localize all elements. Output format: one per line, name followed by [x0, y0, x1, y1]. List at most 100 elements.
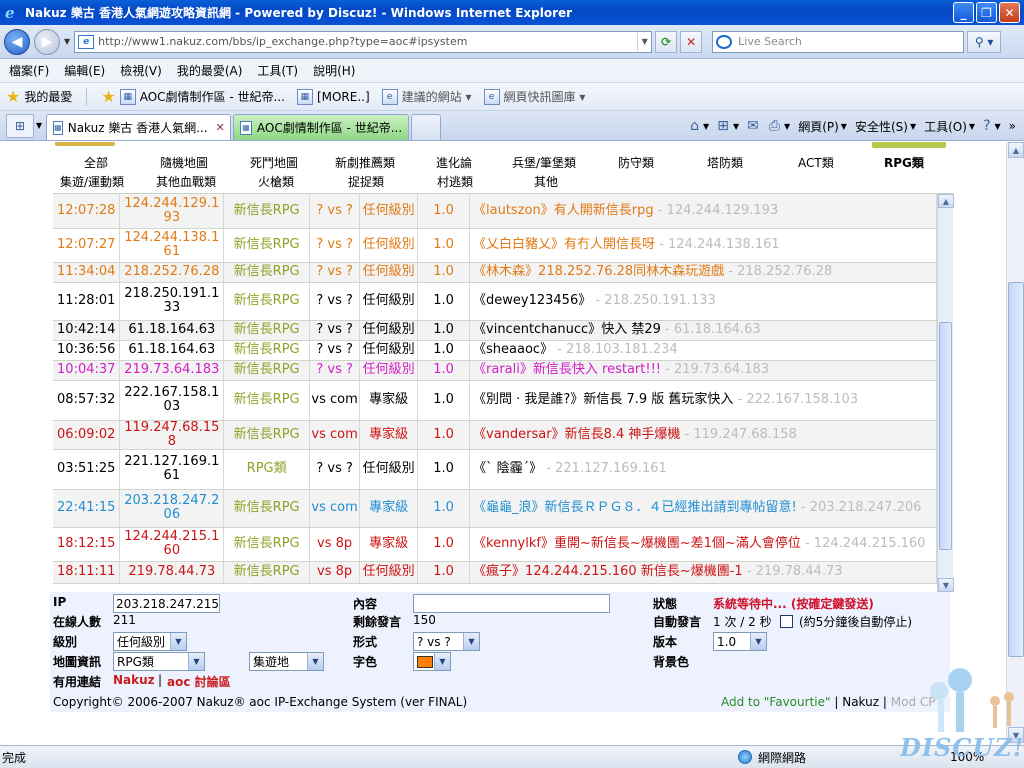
help-button[interactable]: ? ▼ — [983, 118, 1001, 134]
category-link[interactable]: 死鬥地圖 — [250, 154, 298, 171]
address-field[interactable]: e http://www1.nakuz.com/bbs/ip_exchange.… — [74, 30, 653, 53]
version-select[interactable]: 1.0 ▼ — [713, 632, 767, 651]
category-link[interactable]: 進化論 — [436, 154, 472, 171]
mail-button[interactable]: ✉ — [747, 118, 761, 134]
fav-link-more[interactable]: ▦ [MORE..] — [296, 88, 370, 105]
print-button[interactable]: ⎙ ▼ — [769, 118, 790, 134]
category-link[interactable]: 防守類 — [618, 154, 654, 171]
search-button[interactable]: ⚲ ▾ — [967, 30, 1002, 53]
log-user[interactable]: rarali — [486, 362, 520, 377]
log-scrollbar[interactable]: ▲ ▼ — [937, 194, 954, 592]
menu-file[interactable]: 檔案(F) — [9, 62, 49, 79]
safety-menu[interactable]: 安全性(S) ▼ — [855, 118, 916, 135]
menu-view[interactable]: 檢視(V) — [120, 62, 162, 79]
fav-suggested-sites[interactable]: e 建議的網站 ▾ — [381, 88, 472, 105]
log-user[interactable]: 瘋子 — [486, 564, 512, 579]
home-button[interactable]: ⌂ ▼ — [690, 118, 709, 134]
log-user[interactable]: 乂白白豬乂 — [486, 237, 551, 252]
category-link[interactable]: 火槍類 — [258, 173, 294, 190]
feeds-button[interactable]: ⊞ ▼ — [717, 118, 739, 134]
tools-menu[interactable]: 工具(O) ▼ — [924, 118, 975, 135]
log-user[interactable]: lautszon — [486, 203, 541, 218]
log-time: 10:36:56 — [53, 340, 121, 361]
back-button[interactable]: ◀ — [4, 28, 30, 55]
log-user[interactable]: dewey123456 — [486, 293, 578, 308]
level-select[interactable]: 任何級別 ▼ — [113, 632, 187, 651]
log-source-ip: 119.247.68.158 — [693, 426, 797, 442]
category-link[interactable]: 兵堡/筆堡類 — [512, 154, 576, 171]
link-aoc-forum[interactable]: aoc 討論區 — [167, 673, 231, 690]
page-footer: Copyright© 2006-2007 Nakuz® aoc IP-Excha… — [53, 695, 953, 713]
tab-close-icon[interactable]: ✕ — [216, 121, 225, 134]
log-vs: ? vs ? — [309, 360, 361, 381]
footer-separator: | — [834, 695, 839, 709]
search-input[interactable]: Live Search — [712, 30, 965, 53]
log-user[interactable]: sheaaoc — [486, 342, 540, 357]
category-link[interactable]: ACT類 — [798, 154, 834, 171]
log-scroll-thumb[interactable] — [939, 322, 952, 550]
menu-help[interactable]: 說明(H) — [313, 62, 355, 79]
page-menu[interactable]: 網頁(P) ▼ — [798, 118, 847, 135]
mod-cp-link[interactable]: Mod CP — [891, 695, 936, 709]
favorites-center-button[interactable]: 我的最愛 — [24, 88, 72, 105]
close-button[interactable]: ✕ — [999, 2, 1020, 23]
mode-select[interactable]: ? vs ? ▼ — [413, 632, 480, 651]
menu-edit[interactable]: 編輯(E) — [64, 62, 105, 79]
ip-input[interactable] — [113, 594, 220, 613]
log-game-type: 新信長RPG — [223, 380, 311, 421]
scroll-up-icon[interactable]: ▲ — [938, 194, 954, 208]
log-ip: 221.127.169.161 — [119, 449, 225, 490]
toolbar-overflow-icon[interactable]: » — [1009, 119, 1016, 133]
mode-label: 形式 — [353, 635, 378, 649]
tab-aoc[interactable]: ▦ AOC劇情制作區 - 世紀帝... — [233, 114, 410, 140]
quick-tabs-icon[interactable]: ⊞ — [6, 114, 34, 138]
category-link[interactable]: 捉捉類 — [348, 173, 384, 190]
log-user[interactable]: kennylkf — [486, 536, 541, 551]
footer-nakuz-link[interactable]: Nakuz — [842, 695, 879, 709]
minimize-button[interactable]: _ — [953, 2, 974, 23]
log-user[interactable]: vincentchanucc — [486, 322, 588, 337]
new-tab-button[interactable] — [411, 114, 442, 140]
category-link[interactable]: 塔防類 — [707, 154, 743, 171]
add-favorite-icon[interactable]: ★ — [101, 87, 115, 106]
menu-tools[interactable]: 工具(T) — [257, 62, 298, 79]
add-favourite-link[interactable]: Add to "Favourtie" — [721, 695, 831, 709]
text-color-select[interactable]: ▼ — [413, 652, 451, 671]
category-link[interactable]: 隨機地圖 — [160, 154, 208, 171]
content-input[interactable] — [413, 594, 610, 613]
stop-button[interactable]: ✕ — [680, 30, 703, 53]
category-link[interactable]: 其他血戰類 — [156, 173, 216, 190]
auto-post-checkbox[interactable] — [780, 615, 793, 628]
tab-nakuz[interactable]: ▦ Nakuz 樂古 香港人氣網... ✕ — [46, 114, 232, 140]
security-zone[interactable]: 網際網路 — [738, 749, 806, 766]
page-scrollbar[interactable]: ▲ ▼ — [1006, 142, 1024, 745]
url-dropdown-icon[interactable]: ▼ — [637, 32, 651, 51]
log-user[interactable]: ˋ 陰霾ˊ — [486, 461, 529, 476]
log-user[interactable]: 別問 · 我是誰? — [486, 392, 570, 407]
fav-web-slice[interactable]: e 網頁快訊圖庫 ▾ — [483, 88, 585, 105]
map-category-select[interactable]: RPG類 ▼ — [113, 652, 205, 671]
url-text[interactable]: http://www1.nakuz.com/bbs/ip_exchange.ph… — [98, 35, 637, 48]
category-link[interactable]: 其他 — [534, 173, 558, 190]
history-dropdown-icon[interactable]: ▼ — [64, 37, 70, 46]
map-select[interactable]: 集遊地 ▼ — [249, 652, 324, 671]
tab-list-dropdown-icon[interactable]: ▼ — [36, 121, 42, 130]
refresh-button[interactable]: ⟳ — [655, 30, 678, 53]
link-nakuz[interactable]: Nakuz — [113, 673, 155, 687]
category-link[interactable]: 全部 — [84, 154, 108, 171]
category-link[interactable]: 新劇推薦類 — [335, 154, 395, 171]
forward-button[interactable]: ▶ — [34, 28, 60, 55]
log-user[interactable]: vandersar — [486, 427, 552, 442]
log-user[interactable]: 龜龜_浪 — [486, 500, 532, 515]
category-link[interactable]: RPG類 — [884, 154, 924, 171]
category-link[interactable]: 集遊/運動類 — [60, 173, 124, 190]
category-link[interactable]: 村逃類 — [437, 173, 473, 190]
menu-favorites[interactable]: 我的最愛(A) — [177, 62, 243, 79]
scroll-down-icon[interactable]: ▼ — [938, 578, 954, 592]
log-user[interactable]: 林木森 — [486, 264, 525, 279]
restore-button[interactable]: ❐ — [976, 2, 997, 23]
page-scroll-up-icon[interactable]: ▲ — [1008, 142, 1024, 158]
fav-link-aoc[interactable]: ▦ AOC劇情制作區 - 世紀帝... — [119, 88, 285, 105]
page-scroll-thumb[interactable] — [1008, 282, 1024, 657]
log-game-type: 新信長RPG — [223, 489, 311, 528]
